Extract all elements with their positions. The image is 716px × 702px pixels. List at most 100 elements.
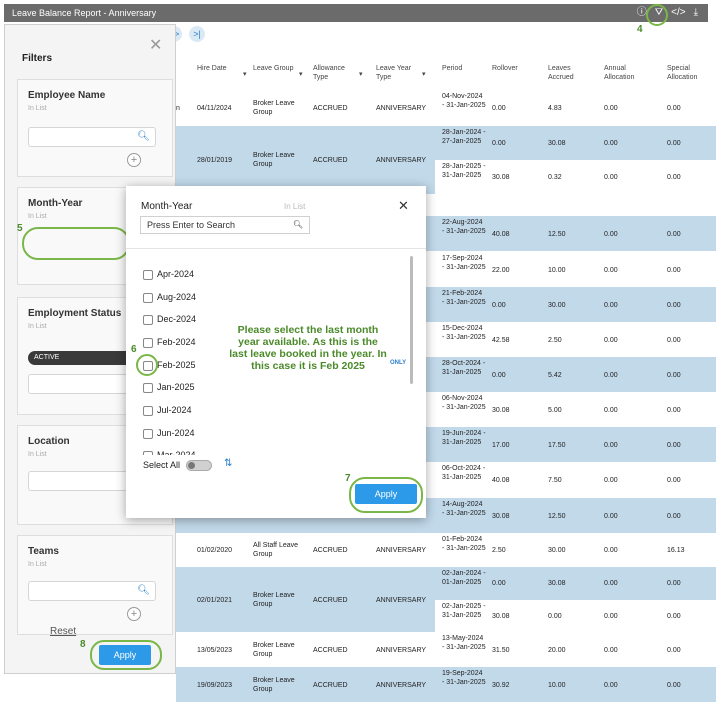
special-allocation-cell: 0.00	[667, 406, 681, 414]
special-allocation-cell: 0.00	[667, 580, 681, 588]
column-header-group[interactable]: Leave Group	[253, 64, 301, 73]
column-header-hire[interactable]: Hire Date	[197, 64, 245, 73]
period-cell: 04-Nov-2024 - 31-Jan-2025	[442, 93, 486, 109]
column-header-acc[interactable]: Leaves Accrued	[548, 64, 596, 82]
close-icon[interactable]: ✕	[149, 35, 162, 55]
checkbox[interactable]	[143, 292, 153, 303]
select-all-label: Select All	[143, 460, 181, 470]
filter-hint: In List	[28, 451, 47, 458]
sort-caret-icon[interactable]: ▾	[243, 70, 247, 78]
column-header-special[interactable]: Special Allocation	[667, 64, 715, 82]
period-cell: 06-Oct-2024 - 31-Jan-2025	[442, 465, 486, 481]
teams-filter: Teams In List 🔍︎ +	[17, 535, 173, 635]
month-year-option[interactable]: Mar-2024	[143, 449, 196, 455]
annual-allocation-cell: 0.00	[604, 580, 618, 588]
code-icon[interactable]: </>	[671, 4, 685, 22]
filter-hint: In List	[28, 105, 47, 112]
annual-allocation-cell: 0.00	[604, 612, 618, 620]
last-page-button[interactable]: >|	[189, 26, 205, 42]
leaves-accrued-cell: 7.50	[548, 477, 562, 484]
apply-highlight	[90, 640, 162, 670]
month-year-option[interactable]: Jun-2024	[143, 427, 195, 439]
reset-link[interactable]: Reset	[50, 626, 76, 637]
search-icon[interactable]: 🔍︎	[137, 131, 150, 142]
sort-caret-icon[interactable]: ▾	[422, 70, 426, 78]
checkbox[interactable]	[143, 405, 153, 416]
rollover-cell: 30.08	[492, 174, 510, 181]
column-header-annual[interactable]: Annual Allocation	[604, 64, 652, 82]
only-link[interactable]: ONLY	[390, 360, 406, 366]
rollover-cell: 0.00	[492, 301, 506, 309]
column-header-allow[interactable]: Allowance Type	[313, 64, 361, 82]
add-icon[interactable]: +	[127, 607, 141, 621]
filters-title: Filters	[22, 53, 53, 64]
sort-caret-icon[interactable]: ▾	[299, 70, 303, 78]
column-header-roll[interactable]: Rollover	[492, 64, 540, 73]
employee-name-input[interactable]: 🔍︎	[28, 127, 156, 147]
annual-allocation-cell: 0.00	[604, 406, 618, 414]
month-year-option[interactable]: Jan-2025	[143, 381, 195, 393]
rollover-cell: 2.50	[492, 547, 506, 554]
scrollbar[interactable]	[410, 256, 413, 384]
table-row[interactable]: 28/01/2019 Broker Leave Group ACCRUED ANNIV…	[176, 126, 716, 194]
month-year-option[interactable]: Aug-2024	[143, 291, 196, 303]
month-year-option[interactable]: Dec-2024	[143, 313, 196, 325]
employee-name-filter: Employee Name In List 🔍︎ +	[17, 79, 173, 177]
table-row[interactable]: 01/02/2020 All Staff Leave Group ACCRUED AN…	[176, 533, 716, 567]
month-year-option[interactable]: Apr-2024	[143, 268, 194, 280]
leave-group-cell: Broker Leave Group	[253, 152, 295, 168]
column-header-period[interactable]: Period	[442, 64, 484, 73]
employment-status-input[interactable]	[28, 374, 128, 394]
location-input[interactable]	[28, 471, 128, 491]
checkbox[interactable]	[143, 337, 153, 348]
add-icon[interactable]: +	[127, 153, 141, 167]
leaves-accrued-cell: 12.50	[548, 512, 566, 520]
month-year-modal: Month-Year In List ✕ Press Enter to Sear…	[126, 186, 426, 518]
checkbox[interactable]	[143, 269, 153, 280]
download-icon[interactable]: ⤓	[694, 4, 698, 22]
filter-label: Location	[28, 436, 70, 447]
leaves-accrued-cell: 30.00	[548, 547, 566, 554]
table-row[interactable]: n 04/11/2024 Broker Leave Group ACCRUED ANNI…	[176, 90, 716, 126]
month-year-search-input[interactable]: Press Enter to Search 🔍︎	[140, 216, 310, 234]
period-cell: 02-Jan-2024 - 01-Jan-2025	[442, 570, 486, 586]
leaves-accrued-cell: 20.00	[548, 646, 566, 654]
truncated-cell: n	[176, 105, 180, 112]
option-label: Jul-2024	[157, 405, 192, 415]
teams-input[interactable]: 🔍︎	[28, 581, 156, 601]
allowance-type-cell: ACCRUED	[313, 646, 348, 654]
filter-hint: In List	[28, 561, 47, 568]
period-cell: 28-Jan-2025 - 31-Jan-2025	[442, 163, 486, 179]
sort-icon[interactable]: ⇅	[224, 458, 232, 469]
hire-date-cell: 04/11/2024	[197, 105, 232, 112]
checkbox[interactable]	[143, 314, 153, 325]
period-cell: 02-Jan-2025 - 31-Jan-2025	[442, 602, 486, 619]
special-allocation-cell: 0.00	[667, 646, 681, 654]
select-all-toggle[interactable]	[186, 460, 212, 471]
option-label: Dec-2024	[157, 314, 197, 324]
close-icon[interactable]: ✕	[398, 198, 409, 214]
table-row[interactable]: 13/05/2023 Broker Leave Group ACCRUED ANNIV…	[176, 632, 716, 667]
search-icon[interactable]: 🔍︎	[293, 217, 303, 233]
leave-group-cell: Broker Leave Group	[253, 100, 295, 116]
checkbox[interactable]	[143, 428, 153, 439]
checkbox[interactable]	[143, 382, 153, 393]
leave-group-cell: Broker Leave Group	[253, 676, 295, 693]
month-year-option[interactable]: Feb-2024	[143, 336, 196, 348]
column-header-ltype[interactable]: Leave Year Type	[376, 64, 424, 82]
search-icon[interactable]: 🔍︎	[137, 585, 150, 596]
filter-label: Teams	[28, 546, 59, 557]
period-cell: 01-Feb-2024 - 31-Jan-2025	[442, 536, 486, 552]
sort-caret-icon[interactable]: ▾	[359, 70, 363, 78]
checkbox[interactable]	[143, 450, 153, 455]
leave-group-cell: Broker Leave Group	[253, 641, 295, 658]
special-allocation-cell: 0.00	[667, 105, 681, 112]
step-4-marker: 4	[637, 24, 643, 35]
table-row[interactable]: 19/09/2023 Broker Leave Group ACCRUED ANNIV…	[176, 667, 716, 702]
period-cell: 13-May-2024 - 31-Jan-2025	[442, 635, 486, 651]
leave-year-type-cell: ANNIVERSARY	[376, 646, 427, 654]
table-row[interactable]: 02/01/2021 Broker Leave Group ACCRUED ANNIV…	[176, 567, 716, 632]
annual-allocation-cell: 0.00	[604, 266, 618, 274]
month-year-option[interactable]: Jul-2024	[143, 404, 192, 416]
allowance-type-cell: ACCRUED	[313, 157, 348, 164]
